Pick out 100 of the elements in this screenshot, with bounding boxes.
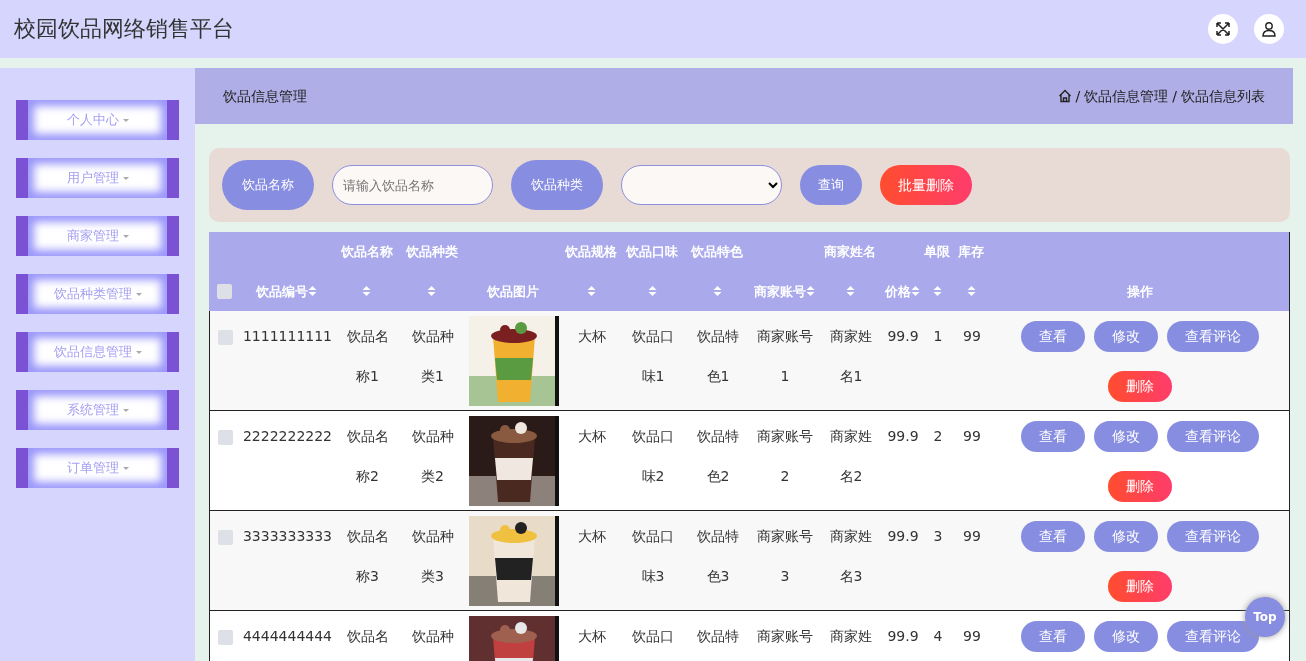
column-header[interactable]: 饮品编号: [256, 281, 308, 301]
table-cell: 饮品名: [346, 628, 389, 644]
home-icon[interactable]: [1057, 89, 1072, 103]
action-button[interactable]: 查看: [1021, 621, 1085, 652]
sort-icon[interactable]: [586, 285, 596, 298]
caret-icon: [122, 234, 129, 238]
table-cell: 饮品名称3: [346, 528, 389, 584]
sort-icon[interactable]: [845, 285, 855, 298]
sort-icon[interactable]: [805, 285, 815, 298]
action-button[interactable]: 查看评论: [1167, 521, 1259, 552]
sidebar-menu-item[interactable]: 系统管理: [16, 390, 179, 430]
column-header[interactable]: 商家姓名: [824, 242, 876, 262]
sidebar-menu-item[interactable]: 饮品种类管理: [16, 274, 179, 314]
action-button[interactable]: 查看评论: [1167, 621, 1259, 652]
action-button[interactable]: 修改: [1094, 521, 1158, 552]
column-header[interactable]: 饮品规格: [565, 242, 617, 262]
table-cell: 饮品口: [632, 628, 674, 644]
caret-icon: [122, 408, 129, 412]
table-cell: 1: [933, 328, 943, 344]
row-checkbox[interactable]: [217, 329, 233, 345]
sort-icon[interactable]: [712, 285, 722, 298]
table-cell: 商家姓: [830, 628, 872, 644]
table-cell: 商家姓名2: [830, 428, 872, 484]
sort-icon[interactable]: [910, 285, 920, 298]
table-cell: 饮品种类1: [411, 328, 454, 384]
sort-icon[interactable]: [362, 285, 371, 298]
table-cell: 99.9: [887, 328, 919, 344]
delete-button[interactable]: 删除: [1108, 570, 1172, 602]
sort-icon[interactable]: [308, 285, 317, 298]
action-button[interactable]: 查看评论: [1167, 321, 1259, 352]
column-header[interactable]: 商家账号: [753, 281, 806, 301]
breadcrumb-current: 饮品信息列表: [1181, 86, 1265, 106]
column-header[interactable]: 饮品种类: [405, 242, 458, 262]
column-header[interactable]: 库存: [958, 242, 984, 262]
page-title: 饮品信息管理: [223, 86, 307, 106]
sidebar-menu-item[interactable]: 饮品信息管理: [16, 332, 179, 372]
table-cell: 1111111111: [242, 328, 333, 344]
name-label: 饮品名称: [222, 160, 314, 210]
column-header: 饮品图片: [487, 282, 539, 301]
select-all-checkbox[interactable]: [216, 283, 232, 299]
column-header[interactable]: 单限: [924, 242, 950, 262]
table-cell: 饮品口味2: [632, 428, 674, 484]
action-button[interactable]: 修改: [1094, 321, 1158, 352]
sidebar-menu-item[interactable]: 个人中心: [16, 100, 179, 140]
breadcrumb-separator: /: [1075, 86, 1081, 106]
sidebar-menu-item[interactable]: 商家管理: [16, 216, 179, 256]
app-title: 校园饮品网络销售平台: [14, 15, 234, 43]
breadcrumb-separator: /: [1172, 86, 1177, 106]
fullscreen-button[interactable]: [1208, 14, 1238, 44]
action-button[interactable]: 修改: [1094, 421, 1158, 452]
type-select[interactable]: [621, 165, 782, 205]
table-cell: 商家姓名1: [830, 328, 872, 384]
table-cell: 2: [933, 428, 943, 444]
action-button[interactable]: 查看: [1021, 421, 1085, 452]
table-cell: 99.9: [887, 528, 919, 544]
sidebar-menu-item[interactable]: 用户管理: [16, 158, 179, 198]
table-cell: 饮品口味1: [632, 328, 674, 384]
column-header[interactable]: 价格: [884, 281, 911, 301]
table-cell: 饮品特色2: [697, 428, 739, 484]
caret-icon: [122, 118, 129, 122]
table-cell: 饮品特色3: [697, 528, 739, 584]
row-checkbox[interactable]: [217, 429, 233, 445]
table-cell: 99: [963, 628, 981, 644]
row-checkbox[interactable]: [217, 629, 233, 645]
table-cell: 99: [963, 528, 981, 544]
sort-icon[interactable]: [427, 285, 436, 298]
column-header[interactable]: 饮品口味: [626, 242, 678, 262]
table-cell: 商家账号: [757, 628, 813, 644]
fullscreen-icon: [1215, 21, 1231, 37]
action-button[interactable]: 查看: [1021, 321, 1085, 352]
table-cell: 99.9: [887, 628, 919, 644]
caret-icon: [122, 466, 129, 470]
table-cell: 3333333333: [242, 528, 333, 544]
row-checkbox[interactable]: [217, 529, 233, 545]
sort-icon[interactable]: [647, 285, 657, 298]
table-cell: 饮品口味3: [632, 528, 674, 584]
breadcrumb-link[interactable]: 饮品信息管理: [1084, 85, 1169, 107]
user-button[interactable]: [1254, 14, 1284, 44]
batch-delete-button[interactable]: 批量删除: [880, 165, 972, 205]
sort-icon[interactable]: [966, 285, 976, 298]
delete-button[interactable]: 删除: [1108, 470, 1172, 502]
sidebar-menu-item[interactable]: 订单管理: [16, 448, 179, 488]
table-cell: 饮品特色1: [697, 328, 739, 384]
table-cell: 大杯: [578, 428, 606, 444]
query-button[interactable]: 查询: [800, 165, 862, 205]
column-header[interactable]: 饮品特色: [691, 242, 743, 262]
sort-icon[interactable]: [932, 285, 942, 298]
table-cell: 商家姓名3: [830, 528, 872, 584]
delete-button[interactable]: 删除: [1108, 370, 1172, 402]
table-cell: 商家账号1: [757, 328, 813, 384]
action-button[interactable]: 修改: [1094, 621, 1158, 652]
table-cell: 商家账号2: [757, 428, 813, 484]
table-cell: 大杯: [578, 328, 606, 344]
table-cell: 饮品种类2: [411, 428, 454, 484]
column-header[interactable]: 饮品名称: [340, 242, 393, 262]
name-search-field[interactable]: 请输入饮品名称: [332, 165, 493, 205]
table-cell: 大杯: [578, 628, 606, 644]
caret-icon: [135, 292, 142, 296]
action-button[interactable]: 查看: [1021, 521, 1085, 552]
action-button[interactable]: 查看评论: [1167, 421, 1259, 452]
